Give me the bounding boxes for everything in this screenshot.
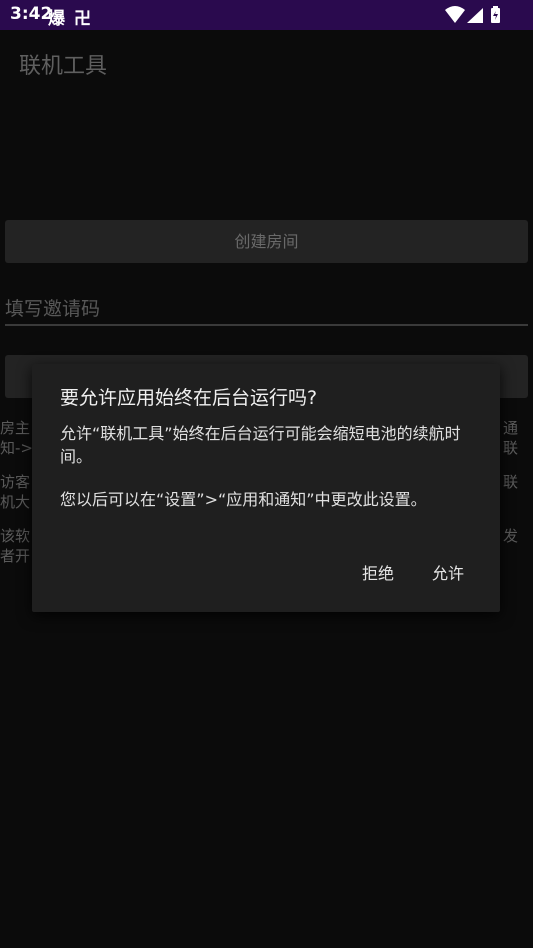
signal-icon xyxy=(467,8,483,23)
page-title: 联机工具 xyxy=(19,54,108,79)
deny-button[interactable]: 拒绝 xyxy=(348,554,408,590)
create-room-button[interactable]: 创建房间 xyxy=(5,220,528,263)
dialog-message-battery: 允许“联机工具”始终在后台运行可能会缩短电池的续航时间。 xyxy=(60,424,461,466)
dialog-actions: 拒绝 允许 xyxy=(348,554,478,590)
invite-code-input[interactable]: 填写邀请码 xyxy=(5,292,528,326)
dialog-title: 要允许应用始终在后台运行吗? xyxy=(60,387,318,409)
status-svg xyxy=(445,6,500,23)
host-info-text-right: 通 联 xyxy=(503,419,519,457)
dialog-message-settings: 您以后可以在“设置”>“应用和通知”中更改此设置。 xyxy=(60,490,427,509)
status-time: 3:42 xyxy=(10,4,53,24)
guest-info-text-right: 联 xyxy=(503,473,519,491)
guest-info-text: 访客 机大 xyxy=(0,473,31,511)
background-run-permission-dialog: 要允许应用始终在后台运行吗? 允许“联机工具”始终在后台运行可能会缩短电池的续航… xyxy=(32,364,500,612)
notification-icon-1: 爆 xyxy=(48,9,65,29)
software-info-text: 该软 者开 xyxy=(0,527,31,565)
allow-button[interactable]: 允许 xyxy=(418,554,478,590)
host-info-text: 房主 知-> xyxy=(0,419,33,457)
notification-icon-2: 卍 xyxy=(74,9,91,29)
screen: 3:42 爆 卍 联机工具 创建房间 填写邀请码 房主 知-> 通 联 访客 机… xyxy=(0,0,533,948)
wifi-icon xyxy=(445,6,465,23)
status-bar: 3:42 爆 卍 xyxy=(0,0,533,30)
software-info-text-right: 发 xyxy=(503,527,519,545)
status-icons xyxy=(445,5,503,25)
